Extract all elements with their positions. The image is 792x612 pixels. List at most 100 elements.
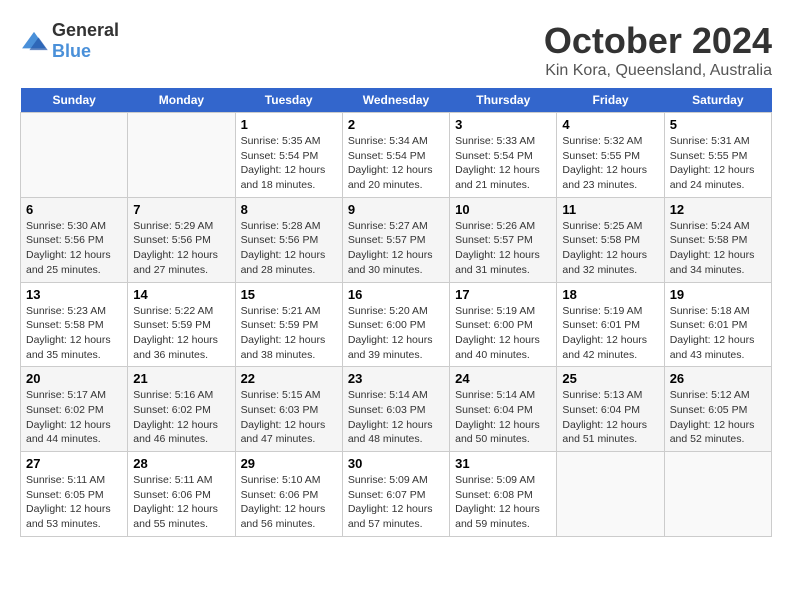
- day-number: 25: [562, 371, 658, 386]
- col-wednesday: Wednesday: [342, 88, 449, 113]
- day-number: 12: [670, 202, 766, 217]
- cell-content: Sunrise: 5:32 AMSunset: 5:55 PMDaylight:…: [562, 134, 658, 193]
- sunrise: Sunrise: 5:15 AM: [241, 389, 321, 401]
- calendar-cell: 14Sunrise: 5:22 AMSunset: 5:59 PMDayligh…: [128, 282, 235, 367]
- day-number: 2: [348, 117, 444, 132]
- header: General Blue October 2024 Kin Kora, Quee…: [20, 20, 772, 80]
- sunset: Sunset: 5:59 PM: [241, 319, 319, 331]
- sunrise: Sunrise: 5:32 AM: [562, 135, 642, 147]
- sunrise: Sunrise: 5:18 AM: [670, 305, 750, 317]
- calendar-week-3: 13Sunrise: 5:23 AMSunset: 5:58 PMDayligh…: [21, 282, 772, 367]
- sunset: Sunset: 5:56 PM: [241, 234, 319, 246]
- sunset: Sunset: 6:07 PM: [348, 489, 426, 501]
- sunset: Sunset: 6:01 PM: [670, 319, 748, 331]
- sunset: Sunset: 5:54 PM: [348, 150, 426, 162]
- logo-general: General: [52, 20, 119, 40]
- calendar-cell: 24Sunrise: 5:14 AMSunset: 6:04 PMDayligh…: [450, 367, 557, 452]
- day-number: 3: [455, 117, 551, 132]
- sunrise: Sunrise: 5:13 AM: [562, 389, 642, 401]
- cell-content: Sunrise: 5:31 AMSunset: 5:55 PMDaylight:…: [670, 134, 766, 193]
- day-number: 30: [348, 456, 444, 471]
- daylight: Daylight: 12 hours and 48 minutes.: [348, 419, 433, 446]
- logo-icon: [20, 30, 48, 52]
- cell-content: Sunrise: 5:11 AMSunset: 6:05 PMDaylight:…: [26, 473, 122, 532]
- day-number: 20: [26, 371, 122, 386]
- sunrise: Sunrise: 5:16 AM: [133, 389, 213, 401]
- calendar-cell: 16Sunrise: 5:20 AMSunset: 6:00 PMDayligh…: [342, 282, 449, 367]
- daylight: Daylight: 12 hours and 28 minutes.: [241, 249, 326, 276]
- col-saturday: Saturday: [664, 88, 771, 113]
- calendar-cell: [664, 452, 771, 537]
- day-number: 28: [133, 456, 229, 471]
- sunset: Sunset: 5:58 PM: [670, 234, 748, 246]
- col-monday: Monday: [128, 88, 235, 113]
- day-number: 22: [241, 371, 337, 386]
- calendar-cell: 22 Sunrise: 5:15 AMSunset: 6:03 PMDayligh…: [235, 367, 342, 452]
- sunset: Sunset: 5:57 PM: [455, 234, 533, 246]
- cell-content: Sunrise: 5:12 AMSunset: 6:05 PMDaylight:…: [670, 388, 766, 447]
- calendar-table: Sunday Monday Tuesday Wednesday Thursday…: [20, 88, 772, 537]
- cell-content: Sunrise: 5:22 AMSunset: 5:59 PMDaylight:…: [133, 304, 229, 363]
- sunset: Sunset: 6:02 PM: [26, 404, 104, 416]
- cell-content: Sunrise: 5:27 AMSunset: 5:57 PMDaylight:…: [348, 219, 444, 278]
- cell-content: Sunrise: 5:13 AMSunset: 6:04 PMDaylight:…: [562, 388, 658, 447]
- sunset: Sunset: 6:04 PM: [562, 404, 640, 416]
- sunset: Sunset: 5:56 PM: [26, 234, 104, 246]
- calendar-cell: 29Sunrise: 5:10 AMSunset: 6:06 PMDayligh…: [235, 452, 342, 537]
- daylight: Daylight: 12 hours and 38 minutes.: [241, 334, 326, 361]
- day-number: 18: [562, 287, 658, 302]
- sunrise: Sunrise: 5:19 AM: [562, 305, 642, 317]
- calendar-cell: 19Sunrise: 5:18 AMSunset: 6:01 PMDayligh…: [664, 282, 771, 367]
- cell-content: Sunrise: 5:35 AMSunset: 5:54 PMDaylight:…: [241, 134, 337, 193]
- day-number: 29: [241, 456, 337, 471]
- sunrise: Sunrise: 5:11 AM: [133, 474, 212, 486]
- sunrise: Sunrise: 5:24 AM: [670, 220, 750, 232]
- sunrise: Sunrise: 5:22 AM: [133, 305, 213, 317]
- calendar-cell: 17Sunrise: 5:19 AMSunset: 6:00 PMDayligh…: [450, 282, 557, 367]
- cell-content: Sunrise: 5:20 AMSunset: 6:00 PMDaylight:…: [348, 304, 444, 363]
- day-number: 11: [562, 202, 658, 217]
- logo: General Blue: [20, 20, 119, 62]
- sunset: Sunset: 5:57 PM: [348, 234, 426, 246]
- title-block: October 2024 Kin Kora, Queensland, Austr…: [544, 20, 772, 80]
- sunrise: Sunrise: 5:23 AM: [26, 305, 106, 317]
- calendar-cell: 3Sunrise: 5:33 AMSunset: 5:54 PMDaylight…: [450, 113, 557, 198]
- daylight: Daylight: 12 hours and 53 minutes.: [26, 503, 111, 530]
- day-number: 1: [241, 117, 337, 132]
- calendar-cell: 6Sunrise: 5:30 AMSunset: 5:56 PMDaylight…: [21, 197, 128, 282]
- sunset: Sunset: 5:58 PM: [562, 234, 640, 246]
- sunrise: Sunrise: 5:19 AM: [455, 305, 535, 317]
- daylight: Daylight: 12 hours and 21 minutes.: [455, 164, 540, 191]
- calendar-cell: 7Sunrise: 5:29 AMSunset: 5:56 PMDaylight…: [128, 197, 235, 282]
- sunset: Sunset: 6:05 PM: [26, 489, 104, 501]
- daylight: Daylight: 12 hours and 42 minutes.: [562, 334, 647, 361]
- page: General Blue October 2024 Kin Kora, Quee…: [0, 0, 792, 547]
- cell-content: Sunrise: 5:15 AMSunset: 6:03 PMDaylight:…: [241, 388, 337, 447]
- logo-blue: Blue: [52, 41, 91, 61]
- daylight: Daylight: 12 hours and 39 minutes.: [348, 334, 433, 361]
- day-number: 6: [26, 202, 122, 217]
- day-number: 23: [348, 371, 444, 386]
- daylight: Daylight: 12 hours and 43 minutes.: [670, 334, 755, 361]
- col-tuesday: Tuesday: [235, 88, 342, 113]
- daylight: Daylight: 12 hours and 35 minutes.: [26, 334, 111, 361]
- cell-content: Sunrise: 5:28 AM Sunset: 5:56 PM Daylight:…: [241, 219, 337, 278]
- calendar-cell: 26Sunrise: 5:12 AMSunset: 6:05 PMDayligh…: [664, 367, 771, 452]
- calendar-cell: 5Sunrise: 5:31 AMSunset: 5:55 PMDaylight…: [664, 113, 771, 198]
- cell-content: Sunrise: 5:18 AM Sunset: 6:01 PM Daylight:…: [670, 304, 766, 363]
- calendar-cell: 21Sunrise: 5:16 AMSunset: 6:02 PMDayligh…: [128, 367, 235, 452]
- calendar-cell: [128, 113, 235, 198]
- cell-content: Sunrise: 5:09 AMSunset: 6:08 PMDaylight:…: [455, 473, 551, 532]
- cell-content: Sunrise: 5:30 AMSunset: 5:56 PMDaylight:…: [26, 219, 122, 278]
- cell-content: Sunrise: 5:21 AMSunset: 5:59 PMDaylight:…: [241, 304, 337, 363]
- calendar-cell: 13Sunrise: 5:23 AMSunset: 5:58 PMDayligh…: [21, 282, 128, 367]
- sunrise: Sunrise: 5:28 AM: [241, 220, 321, 232]
- sunrise: Sunrise: 5:33 AM: [455, 135, 535, 147]
- daylight: Daylight: 12 hours and 55 minutes.: [133, 503, 218, 530]
- calendar-cell: 12Sunrise: 5:24 AMSunset: 5:58 PMDayligh…: [664, 197, 771, 282]
- sunset: Sunset: 6:01 PM: [562, 319, 640, 331]
- sunrise: Sunrise: 5:30 AM: [26, 220, 106, 232]
- sunset: Sunset: 6:00 PM: [348, 319, 426, 331]
- sunset: Sunset: 5:54 PM: [241, 150, 319, 162]
- calendar-cell: 18 Sunrise: 5:19 AM Sunset: 6:01 PM Dayligh…: [557, 282, 664, 367]
